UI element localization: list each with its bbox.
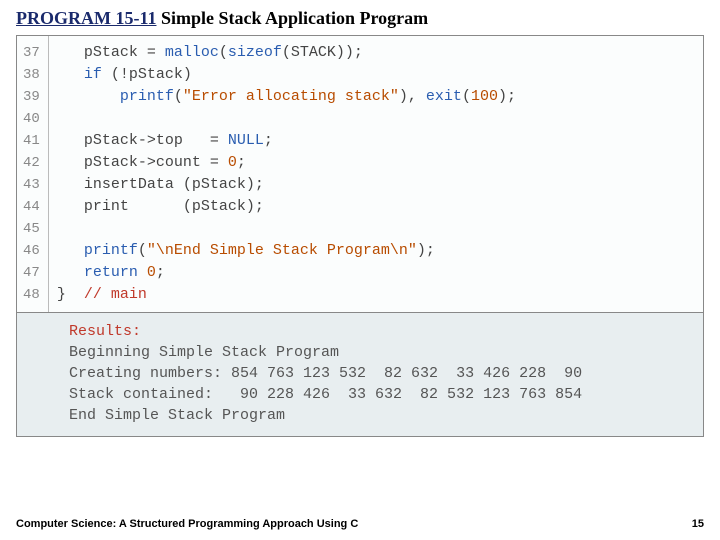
footer-page: 15 [692, 518, 704, 530]
code-line [57, 218, 695, 240]
code-line: if (!pStack) [57, 64, 695, 86]
code-line: insertData (pStack); [57, 174, 695, 196]
code-area: 37 38 39 40 41 42 43 44 45 46 47 48 pSta… [17, 36, 703, 312]
code-line: pStack->count = 0; [57, 152, 695, 174]
footer: Computer Science: A Structured Programmi… [16, 518, 704, 530]
code-line: pStack = malloc(sizeof(STACK)); [57, 42, 695, 64]
code-content: pStack = malloc(sizeof(STACK)); if (!pSt… [49, 36, 703, 312]
code-line: } // main [57, 284, 695, 306]
results-panel: Results: Beginning Simple Stack Program … [17, 312, 703, 436]
title-prefix: PROGRAM 15-11 [16, 8, 156, 28]
title-rest: Simple Stack Application Program [161, 8, 428, 28]
line-number-gutter: 37 38 39 40 41 42 43 44 45 46 47 48 [17, 36, 49, 312]
code-line: pStack->top = NULL; [57, 130, 695, 152]
results-label: Results: [69, 323, 141, 340]
program-title: PROGRAM 15-11 Simple Stack Application P… [16, 8, 704, 29]
code-line: printf("\nEnd Simple Stack Program\n"); [57, 240, 695, 262]
code-line [57, 108, 695, 130]
code-line: return 0; [57, 262, 695, 284]
footer-left: Computer Science: A Structured Programmi… [16, 518, 358, 530]
code-line: print (pStack); [57, 196, 695, 218]
code-box: 37 38 39 40 41 42 43 44 45 46 47 48 pSta… [16, 35, 704, 437]
code-line: printf("Error allocating stack"), exit(1… [57, 86, 695, 108]
slide: PROGRAM 15-11 Simple Stack Application P… [0, 0, 720, 437]
